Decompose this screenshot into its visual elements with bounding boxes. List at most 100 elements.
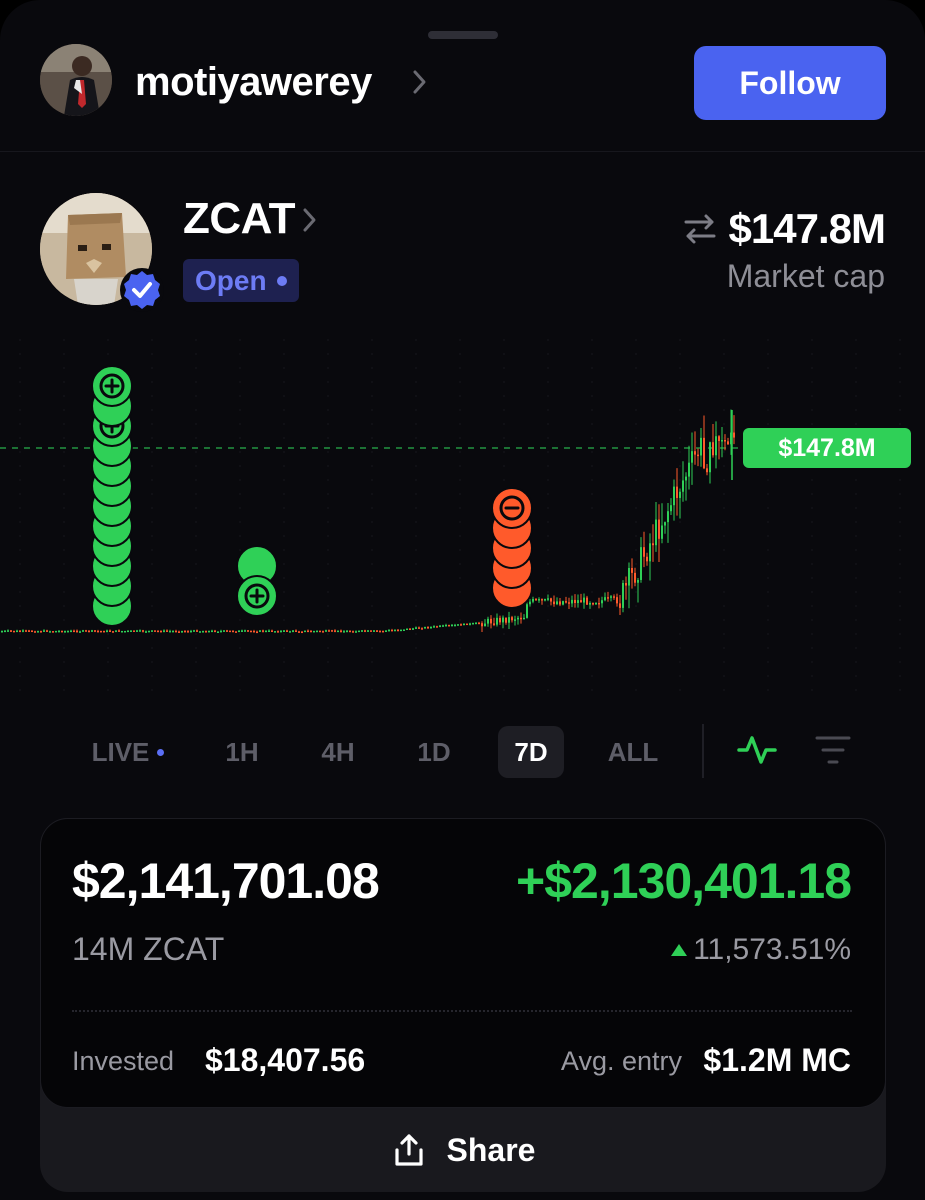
candle-body [199,631,201,633]
candle-body [589,602,591,605]
candle-body [511,617,513,621]
candle-body [490,618,492,624]
candle-body [220,630,222,633]
candle-body [67,630,69,633]
candle-body [727,441,729,445]
candle-body [271,630,273,632]
candle-body [166,630,168,632]
filter-icon[interactable] [815,734,851,766]
candle-body [19,630,21,633]
range-all[interactable]: ALL [596,726,670,778]
candle-body [667,511,669,523]
swap-arrows-icon[interactable] [682,212,718,246]
candle-body [685,476,687,481]
candle-body [640,547,642,580]
candle-body [196,630,198,632]
plus-circle-icon[interactable] [236,575,278,617]
follow-button[interactable]: Follow [694,46,886,120]
candle-body [631,568,633,573]
candle-body [487,618,489,624]
candle-body [7,630,9,632]
candle-body [106,630,108,632]
candle-body [613,596,615,598]
candle-body [346,630,348,633]
candle-body [169,630,171,633]
candle-body [124,630,126,633]
candle-body [400,629,402,632]
candle-body [694,451,696,455]
candle-body [10,630,12,632]
candle-body [709,442,711,473]
candle-body [151,630,153,632]
range-live[interactable]: LIVE [78,726,178,778]
candle-body [103,630,105,633]
verified-badge-icon [120,268,164,312]
candle-body [310,630,312,633]
status-badge: Open [183,259,299,302]
drag-handle[interactable] [428,31,498,39]
candle-body [604,597,606,601]
candle-body [262,630,264,632]
chevron-right-icon[interactable] [300,204,320,236]
creator-username[interactable]: motiyawerey [135,60,372,105]
candle-body [508,617,510,623]
candle-body [502,617,504,623]
candle-body [241,630,243,632]
candle-body [460,624,462,626]
candle-body [97,630,99,633]
chart-grid [19,339,901,691]
up-triangle-icon [671,944,688,956]
candle-body [145,631,147,633]
candle-body [37,631,39,633]
chevron-right-icon[interactable] [410,66,430,98]
candle-body [673,486,675,506]
candle-body [268,630,270,632]
candle-body [259,630,261,632]
candle-body [388,629,390,632]
creator-avatar[interactable] [40,44,112,116]
candle-body [277,631,279,633]
candle-body [538,599,540,601]
range-1d[interactable]: 1D [402,726,466,778]
candle-body [625,583,627,586]
candle-body [655,519,657,546]
candle-body [607,597,609,599]
time-range-selector: LIVE 1H 4H 1D 7D ALL [0,720,925,780]
candle-body [715,436,717,456]
candle-body [628,568,630,586]
candle-body [517,617,519,620]
pnl-percent: 11,573.51% [671,933,851,967]
current-price-tag: $147.8M [743,428,911,468]
share-button[interactable]: Share [40,1110,886,1190]
candle-body [190,630,192,633]
candle-body [679,491,681,498]
candle-body [652,543,654,546]
candle-body [379,630,381,633]
candle-body [31,630,33,633]
candle-body [112,631,114,633]
range-7d[interactable]: 7D [498,726,564,778]
range-4h[interactable]: 4H [306,726,370,778]
candle-body [430,626,432,629]
candle-body [247,630,249,632]
price-chart[interactable] [0,330,925,700]
candle-body [580,600,582,603]
candle-body [4,630,6,633]
candle-body [235,631,237,633]
candle-body [712,442,714,456]
candle-body [94,630,96,632]
candle-body [118,630,120,632]
candle-body [391,629,393,632]
candle-body [499,617,501,623]
candle-body [232,630,234,633]
candle-body [286,630,288,632]
minus-circle-icon[interactable] [491,487,533,529]
plus-circle-icon[interactable] [91,365,133,407]
candle-body [49,631,51,633]
line-chart-icon[interactable] [737,732,777,768]
candle-body [193,630,195,632]
candle-body [568,602,570,604]
candle-body [412,628,414,630]
token-name[interactable]: ZCAT [183,194,296,244]
range-1h[interactable]: 1H [210,726,274,778]
